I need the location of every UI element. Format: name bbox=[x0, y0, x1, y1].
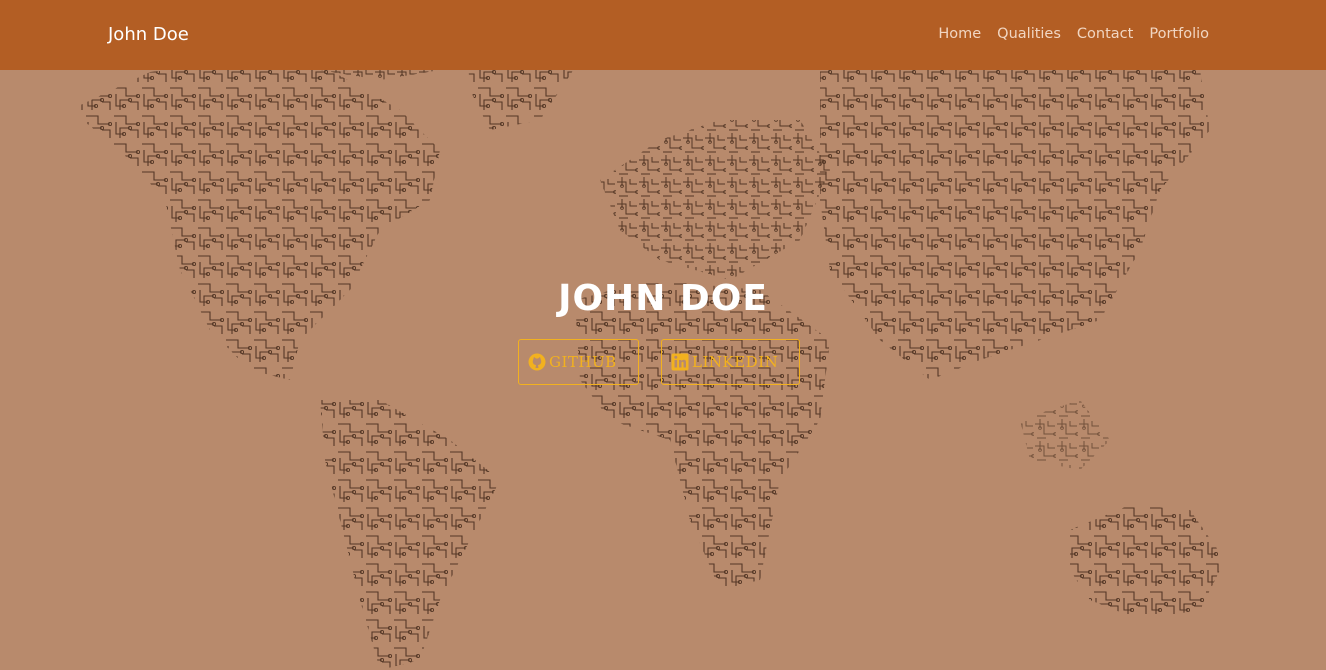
nav-link-contact[interactable]: Contact bbox=[1077, 26, 1133, 42]
linkedin-button-label: LINKEDIN bbox=[692, 353, 779, 371]
nav-link-qualities[interactable]: Qualities bbox=[997, 26, 1061, 42]
brand-link[interactable]: John Doe bbox=[108, 24, 189, 45]
linkedin-icon bbox=[671, 353, 689, 371]
nav-links: Home Qualities Contact Portfolio bbox=[938, 26, 1209, 42]
github-icon bbox=[528, 353, 546, 371]
hero-title: JOHN DOE bbox=[558, 278, 768, 319]
nav-link-home[interactable]: Home bbox=[938, 26, 981, 42]
circuit-world-map-background bbox=[70, 0, 1225, 670]
linkedin-button[interactable]: LINKEDIN bbox=[661, 339, 800, 385]
nav-link-portfolio[interactable]: Portfolio bbox=[1149, 26, 1209, 42]
hero-section: JOHN DOE bbox=[0, 278, 1326, 319]
top-navbar: John Doe Home Qualities Contact Portfoli… bbox=[0, 0, 1326, 70]
github-button[interactable]: GITHUB bbox=[518, 339, 639, 385]
github-button-label: GITHUB bbox=[549, 353, 617, 371]
social-buttons: GITHUB LINKEDIN bbox=[0, 339, 1326, 385]
